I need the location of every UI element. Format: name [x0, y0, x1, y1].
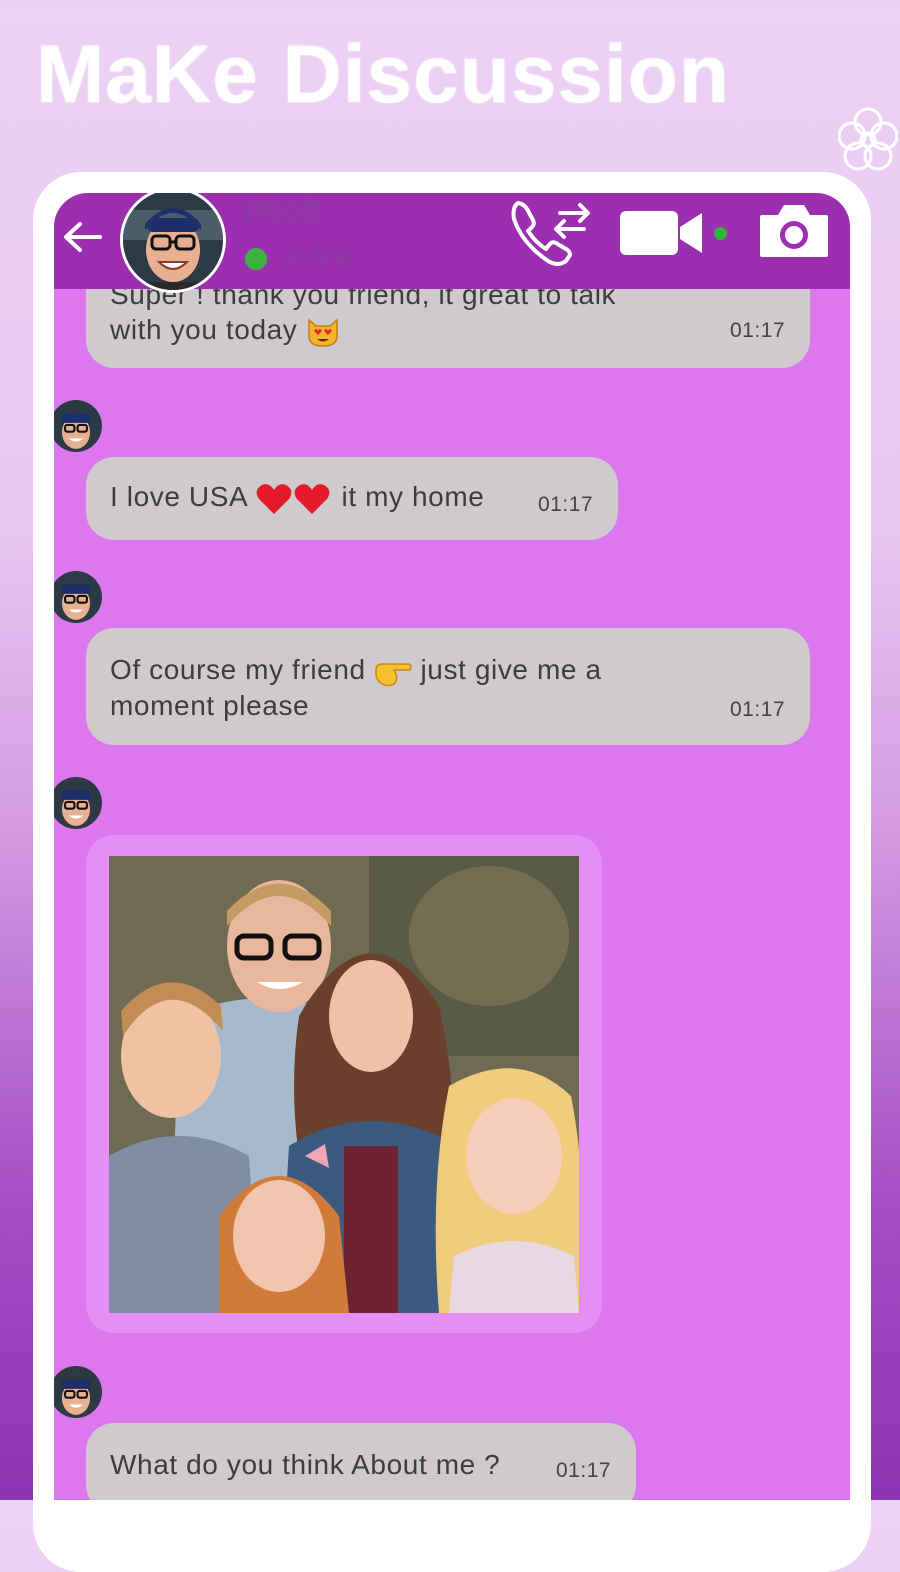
- message-text-part: it my home: [341, 481, 485, 512]
- two-hearts-icon: [256, 483, 330, 514]
- video-status-dot: [714, 227, 727, 240]
- contact-name: noob: [244, 193, 323, 227]
- pointing-right-hand-icon: [375, 662, 412, 686]
- image-message-bubble[interactable]: [86, 835, 602, 1333]
- video-call-icon[interactable]: [620, 207, 704, 259]
- message-text: I love USA it my home: [110, 479, 484, 516]
- sender-avatar[interactable]: [54, 1366, 102, 1418]
- flower-icon: [838, 107, 898, 171]
- family-photo-icon[interactable]: [109, 856, 579, 1313]
- message-line-text: with you today: [110, 314, 298, 345]
- message-line: with you today: [110, 312, 616, 348]
- page-headline: MaKe Discussion: [36, 29, 730, 120]
- message-text-part: Of course my friend: [110, 654, 366, 685]
- contact-avatar[interactable]: [120, 193, 226, 293]
- avatar-portrait-icon: [54, 777, 102, 829]
- message-line: moment please: [110, 689, 310, 721]
- message-text: Of course my friend just give me a momen…: [110, 652, 602, 723]
- avatar-portrait-icon: [54, 1366, 102, 1418]
- message-text-part: I love USA: [110, 481, 247, 512]
- message-time: 01:17: [556, 1459, 612, 1482]
- message-text-part: just give me a: [420, 654, 602, 685]
- message-bubble[interactable]: Of course my friend just give me a momen…: [86, 628, 810, 745]
- heart-eyes-cat-icon: [308, 317, 338, 347]
- avatar-portrait-icon: [123, 193, 223, 290]
- message-text: What do you think About me ?: [110, 1449, 501, 1480]
- sender-avatar[interactable]: [54, 777, 102, 829]
- call-transfer-icon[interactable]: [508, 195, 594, 269]
- sender-avatar[interactable]: [54, 571, 102, 623]
- back-arrow-icon[interactable]: [60, 215, 104, 259]
- message-bubble[interactable]: What do you think About me ? 01:17: [86, 1423, 636, 1500]
- message-line: Of course my friend just give me a: [110, 652, 602, 688]
- message-time: 01:17: [538, 493, 594, 516]
- avatar-portrait-icon: [54, 571, 102, 623]
- camera-icon[interactable]: [758, 201, 830, 259]
- sender-avatar[interactable]: [54, 400, 102, 452]
- message-time: 01:17: [730, 319, 786, 342]
- message-time: 01:17: [730, 698, 786, 721]
- avatar-portrait-icon: [54, 400, 102, 452]
- chat-screen: noob online Super ! thank you friend, it…: [54, 193, 850, 1500]
- online-indicator: [245, 248, 267, 270]
- online-status: online: [282, 241, 355, 271]
- chat-header: noob online: [54, 193, 850, 293]
- message-bubble[interactable]: I love USA it my home 01:17: [86, 457, 618, 540]
